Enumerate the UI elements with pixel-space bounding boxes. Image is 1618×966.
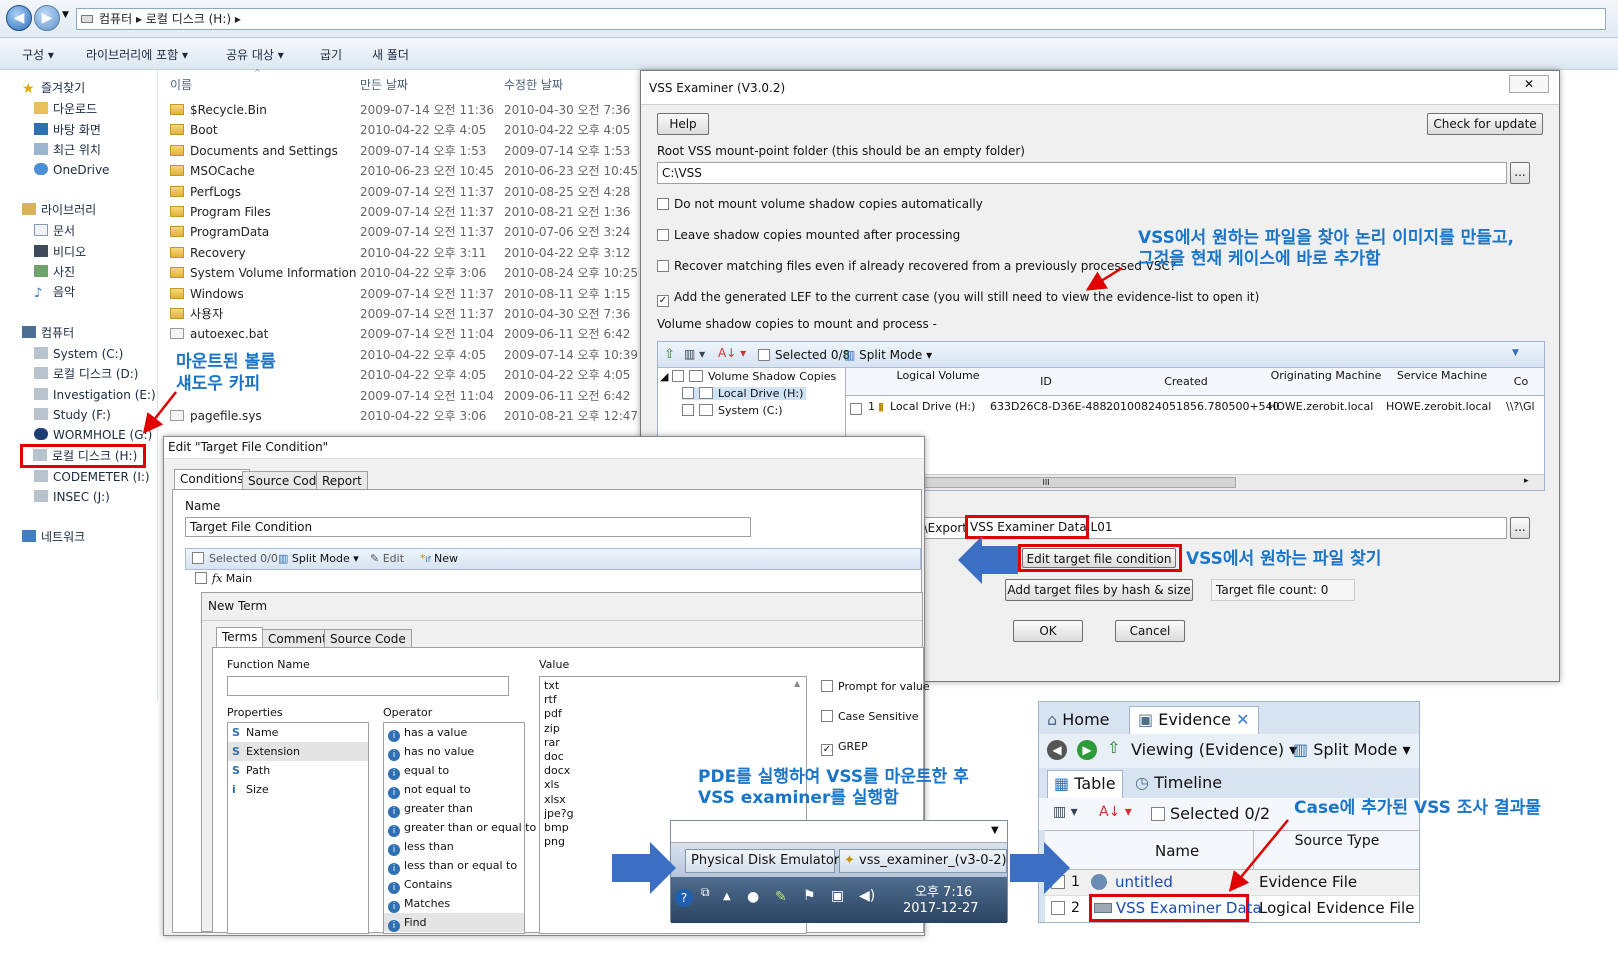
arrow-edit-target [958, 536, 1018, 584]
arrow-to-evidence [1010, 842, 1070, 894]
arrow-into-taskbar [612, 842, 676, 894]
arrow-to-drive-h [142, 391, 177, 434]
arrow-to-vss-evidence [1228, 819, 1289, 892]
annotation-arrows [142, 266, 1289, 894]
arrow-to-lef-option [1085, 266, 1123, 291]
